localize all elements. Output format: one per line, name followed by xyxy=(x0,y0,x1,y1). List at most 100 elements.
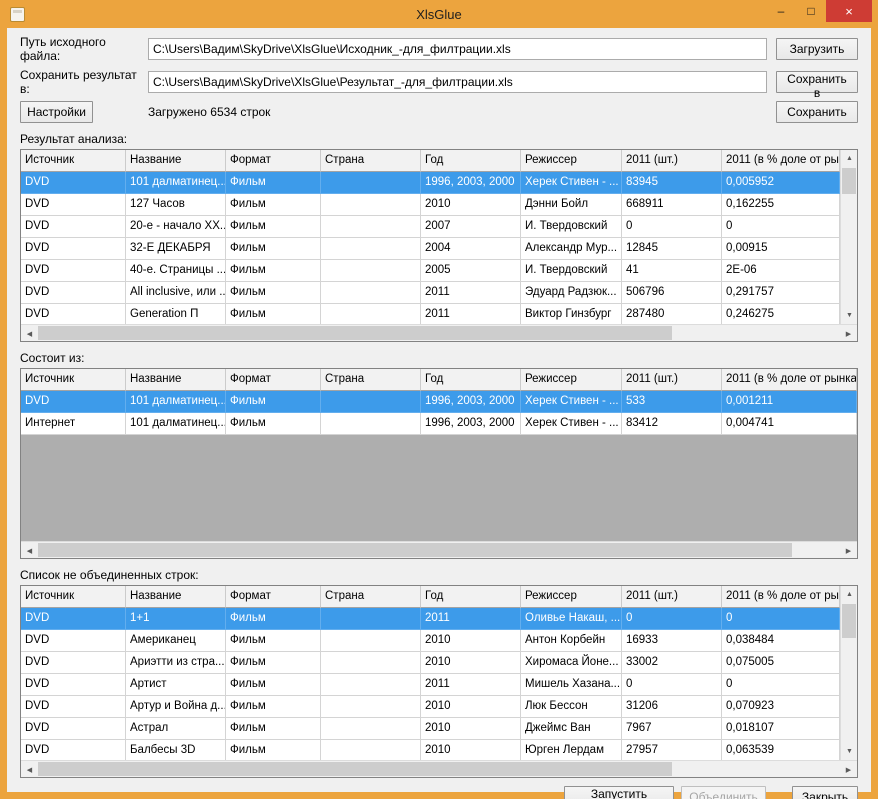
column-header[interactable]: Режиссер xyxy=(521,586,622,608)
table-cell[interactable]: 16933 xyxy=(622,630,722,652)
table-cell[interactable]: 506796 xyxy=(622,282,722,304)
table-row[interactable]: DVD 1+1 Фильм 2011 Оливье Накаш, ... 0 0 xyxy=(21,608,840,630)
table-cell[interactable]: 287480 xyxy=(622,304,722,324)
table-cell[interactable] xyxy=(321,608,421,630)
table-cell[interactable]: 0,038484 xyxy=(722,630,840,652)
table-row[interactable]: DVD 101 далматинец... Фильм 1996, 2003, 200… xyxy=(21,172,840,194)
table-cell[interactable]: Люк Бессон xyxy=(521,696,622,718)
table-cell[interactable]: 0,075005 xyxy=(722,652,840,674)
column-header[interactable]: 2011 (в % доле от рынка) xyxy=(722,369,857,391)
table-cell[interactable]: 2011 xyxy=(421,608,521,630)
table-cell[interactable]: Антон Корбейн xyxy=(521,630,622,652)
table-cell[interactable]: 0,018107 xyxy=(722,718,840,740)
table-row[interactable]: DVD Балбесы 3D Фильм 2010 Юрген Лердам 27957 0… xyxy=(21,740,840,760)
table-cell[interactable]: DVD xyxy=(21,630,126,652)
table-row[interactable]: DVD 101 далматинец... Фильм 1996, 2003, 200… xyxy=(21,391,857,413)
column-header[interactable]: Год xyxy=(421,150,521,172)
table-cell[interactable]: Юрген Лердам xyxy=(521,740,622,760)
table-cell[interactable]: DVD xyxy=(21,652,126,674)
table-cell[interactable]: Балбесы 3D xyxy=(126,740,226,760)
dest-path-input[interactable] xyxy=(148,71,767,93)
table-cell[interactable]: 0 xyxy=(722,608,840,630)
column-header[interactable]: Источник xyxy=(21,150,126,172)
table-cell[interactable] xyxy=(321,718,421,740)
column-header[interactable]: Формат xyxy=(226,586,321,608)
table-cell[interactable]: 0,246275 xyxy=(722,304,840,324)
table-cell[interactable]: 2004 xyxy=(421,238,521,260)
table-cell[interactable]: 0 xyxy=(722,216,840,238)
table-cell[interactable]: Артист xyxy=(126,674,226,696)
table-cell[interactable]: 2010 xyxy=(421,630,521,652)
column-header[interactable]: Название xyxy=(126,150,226,172)
table-cell[interactable]: 0,063539 xyxy=(722,740,840,760)
table-cell[interactable]: 2005 xyxy=(421,260,521,282)
table-row[interactable]: DVD 127 Часов Фильм 2010 Дэнни Бойл 668911 0,1… xyxy=(21,194,840,216)
table-cell[interactable] xyxy=(321,740,421,760)
column-header[interactable]: Режиссер xyxy=(521,150,622,172)
table-cell[interactable]: Фильм xyxy=(226,304,321,324)
table-cell[interactable]: 0,005952 xyxy=(722,172,840,194)
column-header[interactable]: Формат xyxy=(226,369,321,391)
table-cell[interactable] xyxy=(321,696,421,718)
table-cell[interactable]: DVD xyxy=(21,391,126,413)
table-cell[interactable]: Фильм xyxy=(226,630,321,652)
close-icon[interactable]: × xyxy=(826,0,872,22)
table-cell[interactable]: 2007 xyxy=(421,216,521,238)
table-cell[interactable]: Ариэтти из стра... xyxy=(126,652,226,674)
table-cell[interactable]: Джеймс Ван xyxy=(521,718,622,740)
column-header[interactable]: 2011 (в % доле от рынка) xyxy=(722,586,840,608)
table-cell[interactable]: 0 xyxy=(622,608,722,630)
table-cell[interactable]: 0,00915 xyxy=(722,238,840,260)
maximize-button[interactable]: □ xyxy=(796,0,826,22)
horizontal-scrollbar[interactable]: ◀ ▶ xyxy=(21,541,857,558)
table-cell[interactable]: Фильм xyxy=(226,216,321,238)
column-header[interactable]: 2011 (шт.) xyxy=(622,369,722,391)
table-cell[interactable]: Дэнни Бойл xyxy=(521,194,622,216)
scrollbar-thumb[interactable] xyxy=(842,168,856,194)
table-cell[interactable] xyxy=(321,282,421,304)
scroll-down-icon[interactable]: ▼ xyxy=(841,307,857,324)
table-row[interactable]: DVD All inclusive, или ... Фильм 2011 Эдуард… xyxy=(21,282,840,304)
table-cell[interactable]: 2010 xyxy=(421,718,521,740)
table-row[interactable]: Интернет 101 далматинец... Фильм 1996, 2003… xyxy=(21,413,857,435)
table-cell[interactable]: 40-е. Страницы ... xyxy=(126,260,226,282)
table-cell[interactable]: Фильм xyxy=(226,282,321,304)
table-cell[interactable]: 1996, 2003, 2000 xyxy=(421,172,521,194)
table-cell[interactable]: DVD xyxy=(21,216,126,238)
table-cell[interactable]: 0,162255 xyxy=(722,194,840,216)
table-cell[interactable]: Интернет xyxy=(21,413,126,435)
table-cell[interactable]: Фильм xyxy=(226,718,321,740)
column-header[interactable]: Страна xyxy=(321,369,421,391)
table-cell[interactable] xyxy=(321,194,421,216)
table-cell[interactable]: 101 далматинец... xyxy=(126,391,226,413)
table-cell[interactable] xyxy=(321,630,421,652)
table-cell[interactable]: 1+1 xyxy=(126,608,226,630)
save-button[interactable]: Сохранить xyxy=(776,101,858,123)
table-cell[interactable]: 2010 xyxy=(421,652,521,674)
table-cell[interactable] xyxy=(321,674,421,696)
table-cell[interactable]: 2011 xyxy=(421,674,521,696)
table-cell[interactable]: Фильм xyxy=(226,260,321,282)
scrollbar-thumb[interactable] xyxy=(842,604,856,638)
table-cell[interactable]: Херек Стивен - ... xyxy=(521,172,622,194)
table-row[interactable]: DVD 20-е - начало XX... Фильм 2007 И. Твердо… xyxy=(21,216,840,238)
table-cell[interactable]: 101 далматинец... xyxy=(126,413,226,435)
table-cell[interactable]: 0,070923 xyxy=(722,696,840,718)
table-cell[interactable] xyxy=(321,172,421,194)
merge-button[interactable]: Объединить xyxy=(681,786,766,799)
table-cell[interactable]: И. Твердовский xyxy=(521,216,622,238)
table-cell[interactable]: 20-е - начало XX... xyxy=(126,216,226,238)
table-cell[interactable]: Фильм xyxy=(226,696,321,718)
table-cell[interactable]: Фильм xyxy=(226,238,321,260)
table-cell[interactable]: DVD xyxy=(21,194,126,216)
column-header[interactable]: Год xyxy=(421,369,521,391)
table-cell[interactable]: 101 далматинец... xyxy=(126,172,226,194)
table-cell[interactable]: Фильм xyxy=(226,413,321,435)
table-cell[interactable]: Артур и Война д... xyxy=(126,696,226,718)
vertical-scrollbar[interactable]: ▲ ▼ xyxy=(840,586,857,760)
table-cell[interactable]: 0 xyxy=(722,674,840,696)
column-header[interactable]: Страна xyxy=(321,586,421,608)
column-header[interactable]: Название xyxy=(126,586,226,608)
scrollbar-thumb[interactable] xyxy=(38,326,672,340)
table-cell[interactable]: All inclusive, или ... xyxy=(126,282,226,304)
